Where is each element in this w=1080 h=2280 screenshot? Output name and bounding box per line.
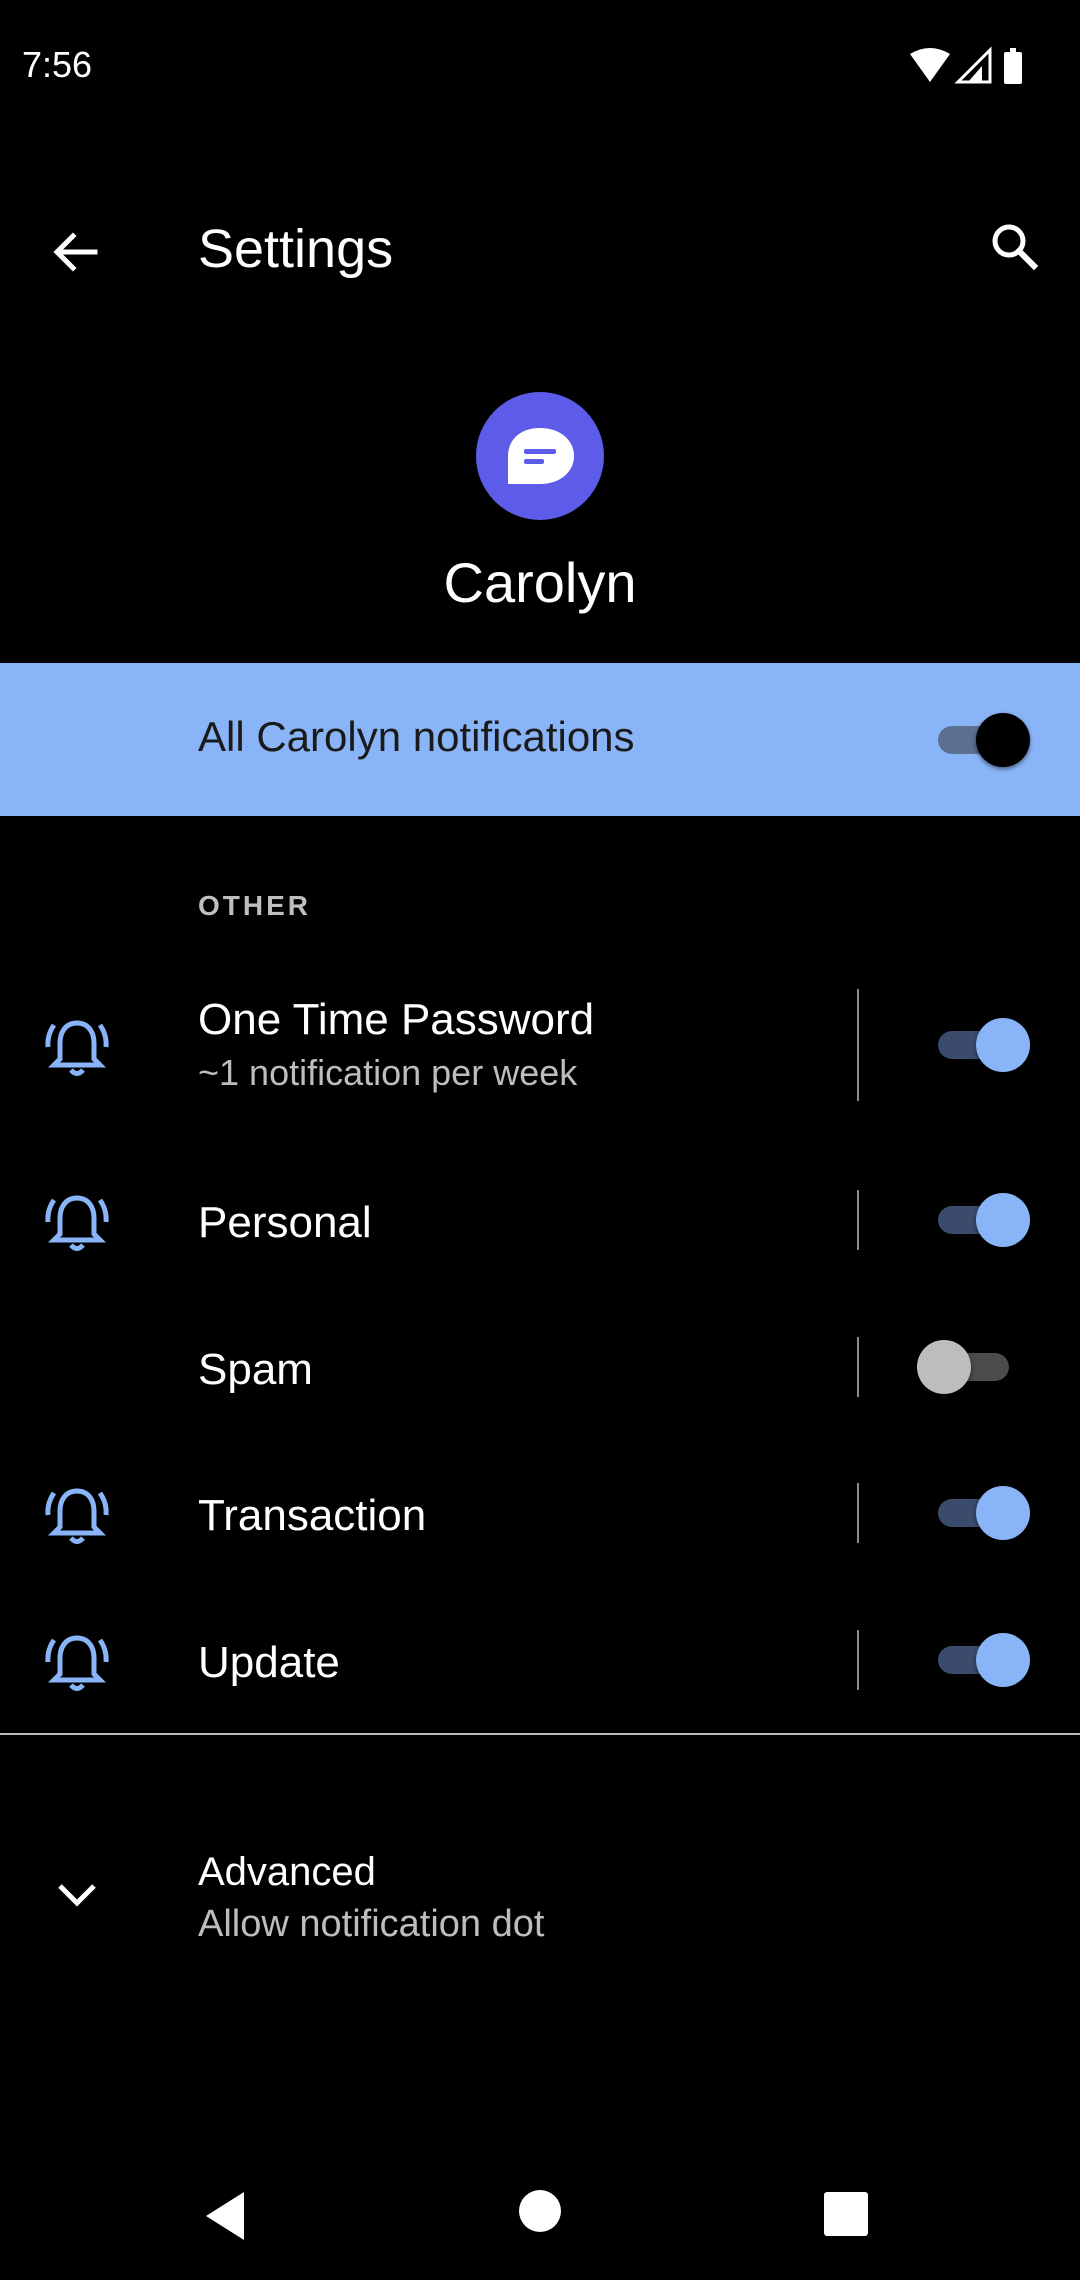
switch-thumb [917, 1340, 971, 1394]
search-button[interactable] [974, 206, 1054, 286]
status-time: 7:56 [22, 44, 93, 85]
chevron-down-icon [58, 1884, 96, 1907]
app-icon [476, 392, 604, 520]
message-bubble-icon [508, 428, 574, 484]
channel-row-transaction[interactable]: Transaction [0, 1453, 1080, 1573]
alert-bell-icon [45, 1635, 109, 1691]
section-divider [0, 1733, 1080, 1735]
channel-row-spam[interactable]: Spam [0, 1307, 1080, 1427]
switch-thumb [976, 1486, 1030, 1540]
switch-thumb [976, 1018, 1030, 1072]
channel-switch[interactable] [930, 1015, 1030, 1075]
vertical-divider [857, 1630, 859, 1690]
nav-recents-icon[interactable] [822, 2190, 870, 2238]
channel-switch[interactable] [930, 1190, 1030, 1250]
wifi-icon [910, 48, 950, 82]
channel-title: Transaction [198, 1491, 427, 1540]
nav-back-icon[interactable] [200, 2186, 260, 2246]
channel-row-personal[interactable]: Personal [0, 1160, 1080, 1280]
channel-title: Update [198, 1638, 340, 1687]
section-header: OTHER [198, 890, 311, 921]
advanced-subtitle: Allow notification dot [198, 1903, 545, 1945]
switch-thumb [976, 1633, 1030, 1687]
battery-icon [1004, 48, 1022, 84]
vertical-divider [857, 989, 859, 1101]
channel-row-one-time-password[interactable]: One Time Password ~1 notification per we… [0, 975, 1080, 1125]
advanced-row[interactable] [0, 1820, 1080, 1970]
vertical-divider [857, 1190, 859, 1250]
channel-switch[interactable] [930, 1483, 1030, 1543]
channel-switch[interactable] [930, 1630, 1030, 1690]
status-icons [908, 46, 1058, 86]
cell-signal-icon [954, 46, 992, 84]
nav-home-icon[interactable] [515, 2186, 565, 2236]
switch-thumb [976, 713, 1030, 767]
vertical-divider [857, 1483, 859, 1543]
channel-title: Personal [198, 1198, 372, 1247]
page-title: Settings [198, 219, 394, 279]
back-button[interactable] [36, 212, 116, 292]
alert-bell-icon [45, 1195, 109, 1251]
switch-thumb [976, 1193, 1030, 1247]
vertical-divider [857, 1337, 859, 1397]
channel-title: One Time Password [198, 995, 595, 1044]
channel-switch[interactable] [917, 1337, 1017, 1397]
all-notifications-label: All Carolyn notifications [198, 713, 635, 760]
advanced-title: Advanced [198, 1850, 376, 1894]
channel-title: Spam [198, 1345, 313, 1394]
all-notifications-switch[interactable] [930, 710, 1030, 770]
channel-row-update[interactable]: Update [0, 1600, 1080, 1720]
back-arrow-icon [53, 232, 98, 272]
all-notifications-row[interactable]: All Carolyn notifications [0, 663, 1080, 816]
search-icon [992, 224, 1039, 271]
alert-bell-icon [45, 1020, 109, 1076]
app-name: Carolyn [443, 551, 637, 614]
channel-subtitle: ~1 notification per week [198, 1052, 578, 1093]
alert-bell-icon [45, 1488, 109, 1544]
